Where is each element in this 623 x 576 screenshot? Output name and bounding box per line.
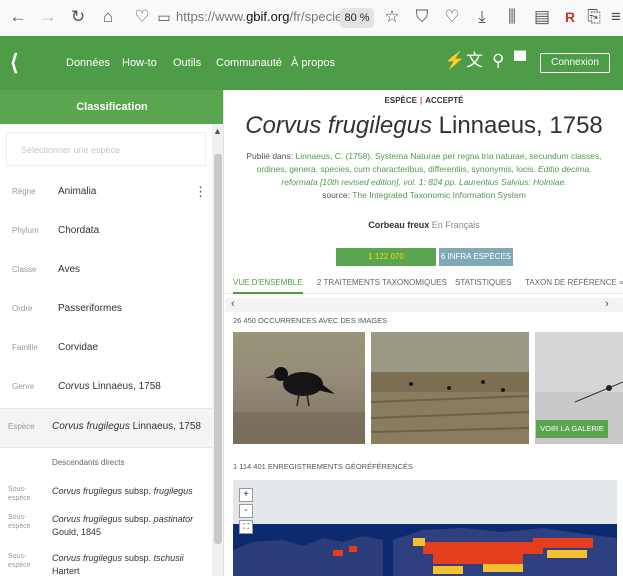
occurrence-map[interactable]: + - ⛶ [233, 480, 617, 576]
rank-row-famille[interactable]: Famille Corvidae [0, 330, 212, 369]
page: ← → ↻ ⌂ ♡ ▭ https://www.gbif.org/fr/spec… [0, 0, 623, 576]
tab-treatments[interactable]: 2 TRAITEMENTS TAXONOMIQUES [317, 278, 447, 287]
tab-reference-taxon[interactable]: TAXON DE RÉFÉRENCE ∞ [525, 278, 623, 287]
shield-icon[interactable]: ♡ [132, 7, 152, 27]
extension-icon[interactable]: R [560, 7, 580, 27]
fullscreen-icon[interactable]: ⛶ [239, 520, 253, 534]
sidebar-title: Classification [0, 90, 223, 124]
login-button[interactable]: Connexion [540, 53, 610, 73]
url-bar[interactable]: https://www.gbif.org/fr/species/ [176, 9, 352, 24]
nav-a-propos[interactable]: À propos [291, 57, 335, 69]
gallery-prev-icon[interactable]: ‹ [231, 298, 235, 310]
occurrences-button[interactable]: 1 122 070 OCCURRENCES [336, 248, 436, 279]
rank-row-espece[interactable]: Espèce Corvus frugilegus Linnaeus, 1758 [0, 408, 212, 448]
site-nav: ⟨ Données How-to Outils Communauté À pro… [0, 36, 623, 90]
rank-row-genre[interactable]: Genre Corvus Linnaeus, 1758 [0, 369, 212, 408]
rank-row-classe[interactable]: Classe Aves [0, 252, 212, 291]
scroll-up-icon[interactable]: ▲ [213, 126, 222, 136]
taxon-status: ESPÈCE | ACCEPTÉ [384, 96, 464, 105]
nav-communaute[interactable]: Communauté [216, 57, 282, 69]
active-tab-indicator [233, 292, 303, 294]
species-main: ESPÈCE | ACCEPTÉ Corvus frugilegus Linnaeu… [225, 90, 623, 576]
sidebar-scrollbar[interactable]: ▲ [212, 124, 223, 576]
classification-sidebar: Classification Sélectionner une espèce R… [0, 90, 224, 576]
library-icon[interactable]: ⫼ [502, 7, 522, 27]
descendants-title: Descendants directs [52, 458, 125, 467]
source-link[interactable]: The Integrated Taxonomic Information Sys… [352, 190, 526, 200]
scrollbar-thumb[interactable] [214, 154, 222, 544]
nav-how-to[interactable]: How-to [122, 57, 157, 69]
species-search-input[interactable]: Sélectionner une espèce [6, 132, 206, 166]
rank-row-phylum[interactable]: Phylum Chordata [0, 213, 212, 252]
back-icon[interactable]: ← [8, 7, 28, 27]
zoom-badge[interactable]: 80 % [340, 8, 374, 28]
forward-icon[interactable]: → [38, 7, 58, 27]
search-icon[interactable]: ⚲ [492, 51, 504, 71]
gbif-logo[interactable]: ⟨ [10, 50, 19, 76]
occurrence-photo[interactable] [233, 332, 365, 444]
health-icon[interactable]: ⚡ [444, 51, 465, 71]
feedback-icon[interactable]: ▀ [514, 51, 526, 71]
georeferenced-count: 1 114 401 ENREGISTREMENTS GÉORÉFÉRENCÉS [233, 462, 413, 471]
rank-row-regne[interactable]: Règne Animalia ⋮ [0, 174, 212, 213]
gallery-nav: ‹ › [225, 298, 623, 312]
tab-bar: VUE D'ENSEMBLE 2 TRAITEMENTS TAXONOMIQUE… [225, 276, 623, 294]
menu-icon[interactable]: ≡ [606, 7, 623, 27]
account-icon[interactable]: ⎘ [584, 7, 604, 27]
sidebar-icon[interactable]: ▤ [532, 7, 552, 27]
publication-link[interactable]: Linnaeus, C. (1758). Systema Naturae per… [257, 151, 602, 187]
tab-overview[interactable]: VUE D'ENSEMBLE [233, 278, 303, 287]
zoom-out-button[interactable]: - [239, 504, 253, 518]
rank-row-ordre[interactable]: Ordre Passeriformes [0, 291, 212, 330]
pocket-icon[interactable]: ⛉ [412, 7, 432, 27]
lock-icon[interactable]: ▭ [154, 7, 174, 27]
reload-icon[interactable]: ↻ [68, 7, 88, 27]
bookmark-star-icon[interactable]: ☆ [382, 7, 402, 27]
translate-icon[interactable]: 文 [466, 51, 483, 71]
nav-donnees[interactable]: Données [66, 57, 110, 69]
more-options-icon[interactable]: ⋮ [194, 184, 207, 200]
view-gallery-button[interactable]: VOIR LA GALERIE [536, 420, 608, 438]
gallery-next-icon[interactable]: › [605, 298, 609, 310]
images-count: 26 450 OCCURRENCES AVEC DES IMAGES [233, 316, 388, 325]
infraspecies-button[interactable]: 6 INFRA ESPÈCES [439, 248, 513, 266]
nav-outils[interactable]: Outils [173, 57, 201, 69]
publication-info: Publié dans: Linnaeus, C. (1758). System… [246, 151, 602, 200]
page-title: Corvus frugilegus Linnaeus, 1758 [245, 112, 603, 139]
occurrence-photo[interactable] [371, 332, 529, 444]
download-icon[interactable]: ⤓ [472, 7, 492, 27]
zoom-in-button[interactable]: + [239, 488, 253, 502]
vernacular-name: Corbeau freux En Français [368, 220, 480, 230]
home-icon[interactable]: ⌂ [98, 7, 118, 27]
browser-toolbar: ← → ↻ ⌂ ♡ ▭ https://www.gbif.org/fr/spec… [0, 0, 623, 36]
save-icon[interactable]: ♡ [442, 7, 462, 27]
tab-statistics[interactable]: STATISTIQUES [455, 278, 512, 287]
